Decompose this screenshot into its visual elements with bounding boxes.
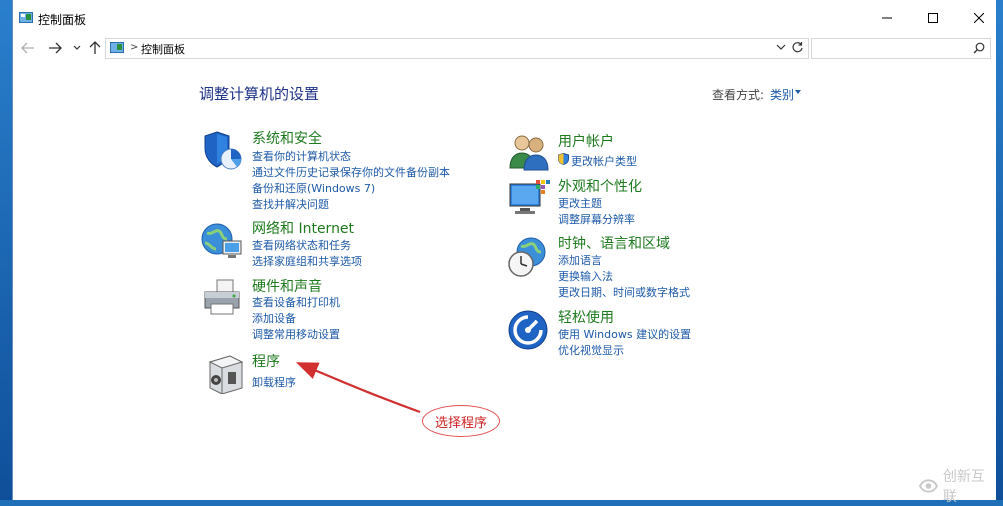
maximize-icon (928, 13, 938, 23)
link-homegroup-sharing[interactable]: 选择家庭组和共享选项 (252, 253, 362, 269)
shield-icon[interactable] (203, 130, 245, 172)
ease-of-access-icon[interactable] (507, 309, 549, 351)
watermark-logo-icon (918, 479, 939, 493)
link-change-account-type[interactable]: 更改帐户类型 (571, 153, 637, 169)
search-input[interactable] (811, 38, 991, 59)
programs-icon[interactable] (204, 352, 246, 394)
maximize-button[interactable] (911, 4, 955, 32)
refresh-icon[interactable] (791, 41, 804, 54)
search-icon[interactable] (973, 42, 985, 54)
chevron-down-icon (73, 45, 81, 50)
view-by-label: 查看方式: (712, 88, 765, 102)
annotation-callout: 选择程序 (422, 405, 500, 437)
category-title-clock[interactable]: 时钟、语言和区域 (558, 233, 670, 253)
desktop-background-right (995, 0, 1003, 500)
category-title-users[interactable]: 用户帐户 (558, 131, 614, 151)
category-title-ease[interactable]: 轻松使用 (558, 307, 614, 327)
link-troubleshoot[interactable]: 查找并解决问题 (252, 196, 329, 212)
back-button[interactable] (19, 40, 37, 56)
link-add-device[interactable]: 添加设备 (252, 310, 296, 326)
up-button[interactable] (86, 40, 104, 56)
address-bar[interactable]: > 控制面板 (105, 38, 809, 59)
up-arrow-icon (89, 41, 101, 54)
close-button[interactable] (957, 4, 1001, 32)
chevron-down-icon[interactable] (776, 42, 786, 52)
watermark: 创新互联 (918, 466, 996, 506)
page-title: 调整计算机的设置 (199, 85, 320, 103)
appearance-monitor-icon[interactable] (508, 178, 550, 220)
link-date-time-format[interactable]: 更改日期、时间或数字格式 (558, 284, 690, 300)
annotation-arrow (295, 362, 421, 414)
link-change-input-method[interactable]: 更换输入法 (558, 268, 613, 284)
category-title-hardware[interactable]: 硬件和声音 (252, 276, 322, 296)
forward-button[interactable] (46, 40, 64, 56)
desktop-background-left (0, 0, 12, 500)
network-globe-icon[interactable] (201, 219, 243, 261)
users-icon[interactable] (508, 130, 550, 172)
link-mobility-settings[interactable]: 调整常用移动设置 (252, 326, 340, 342)
forward-arrow-icon (49, 42, 62, 54)
title-bar: 控制面板 (13, 0, 996, 36)
link-view-computer-status[interactable]: 查看你的计算机状态 (252, 148, 351, 164)
link-file-history[interactable]: 通过文件历史记录保存你的文件备份副本 (252, 164, 450, 180)
view-by-dropdown[interactable]: 类别 (770, 86, 794, 103)
category-title-appearance[interactable]: 外观和个性化 (558, 176, 642, 196)
dropdown-caret-icon[interactable] (795, 90, 801, 94)
category-title-programs[interactable]: 程序 (252, 351, 280, 371)
link-devices-printers[interactable]: 查看设备和打印机 (252, 294, 340, 310)
window-title: 控制面板 (38, 13, 87, 27)
link-windows-recommended-settings[interactable]: 使用 Windows 建议的设置 (558, 326, 691, 342)
link-change-theme[interactable]: 更改主题 (558, 195, 602, 211)
control-panel-window: 控制面板 > 控制面板 调整计算机的设置 查看方式: 类别 系统和安全 查看你的… (12, 0, 996, 505)
uac-shield-icon (558, 153, 569, 165)
annotation-label: 选择程序 (434, 415, 487, 431)
back-arrow-icon (21, 42, 34, 54)
control-panel-app-icon (19, 12, 33, 23)
link-add-language[interactable]: 添加语言 (558, 252, 602, 268)
breadcrumb-control-panel[interactable]: 控制面板 (141, 41, 185, 57)
link-screen-resolution[interactable]: 调整屏幕分辨率 (558, 211, 635, 227)
category-title-system[interactable]: 系统和安全 (252, 128, 322, 148)
navigation-bar: > 控制面板 (13, 36, 996, 60)
clock-globe-icon[interactable] (507, 236, 549, 278)
category-title-network[interactable]: 网络和 Internet (252, 218, 354, 238)
close-icon (974, 13, 984, 23)
link-uninstall-program[interactable]: 卸载程序 (252, 374, 296, 390)
link-backup-restore[interactable]: 备份和还原(Windows 7) (252, 180, 375, 196)
breadcrumb-separator[interactable]: > (130, 42, 138, 53)
recent-locations-button[interactable] (68, 40, 86, 56)
minimize-button[interactable] (865, 4, 909, 32)
control-panel-small-icon (110, 42, 124, 53)
watermark-text: 创新互联 (942, 469, 985, 505)
link-network-status[interactable]: 查看网络状态和任务 (252, 237, 351, 253)
printer-icon[interactable] (201, 276, 243, 318)
link-optimize-display[interactable]: 优化视觉显示 (558, 342, 624, 358)
minimize-icon (882, 17, 892, 19)
